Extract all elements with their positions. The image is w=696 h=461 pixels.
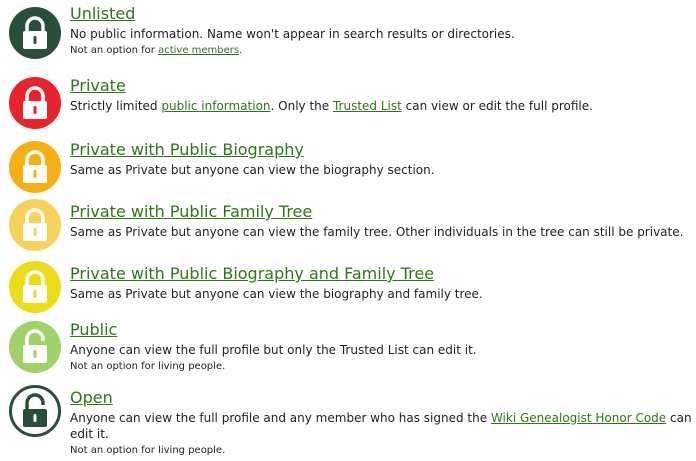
option-text: Private with Public Biography and Family…	[70, 264, 692, 302]
option-text: Open Anyone can view the full profile an…	[70, 388, 692, 458]
lock-closed-icon	[8, 198, 62, 252]
private-description: Strictly limited public information. Onl…	[70, 98, 692, 114]
active-members-link[interactable]: active members	[158, 45, 239, 56]
private-family-tree-description: Same as Private but anyone can view the …	[70, 225, 684, 239]
note-text-end: .	[239, 45, 243, 56]
lock-closed-icon	[8, 6, 62, 60]
desc-text-mid: . Only the	[270, 99, 333, 113]
option-text: Public Anyone can view the full profile …	[70, 320, 692, 374]
lock-closed-icon	[8, 76, 62, 130]
desc-text: Anyone can view the full profile and any…	[70, 411, 491, 425]
lock-closed-icon	[8, 260, 62, 314]
private-biography-link[interactable]: Private with Public Biography	[70, 140, 692, 160]
desc-text-end: can view or edit the full profile.	[401, 99, 593, 113]
private-biography-family-tree-description: Same as Private but anyone can view the …	[70, 287, 483, 301]
option-text: Private with Public Family Tree Same as …	[70, 202, 692, 240]
open-note: Not an option for living people.	[70, 445, 226, 456]
public-link[interactable]: Public	[70, 320, 692, 340]
lock-open-icon	[8, 320, 62, 374]
lock-open-icon	[8, 384, 62, 438]
unlisted-note: Not an option for active members.	[70, 44, 692, 58]
desc-text: Strictly limited	[70, 99, 162, 113]
private-link[interactable]: Private	[70, 76, 692, 96]
option-text: Unlisted No public information. Name won…	[70, 4, 692, 58]
open-description: Anyone can view the full profile and any…	[70, 410, 692, 442]
privacy-level-list: Unlisted No public information. Name won…	[0, 0, 696, 461]
unlisted-description: No public information. Name won't appear…	[70, 27, 515, 41]
public-description: Anyone can view the full profile but onl…	[70, 343, 477, 357]
private-family-tree-link[interactable]: Private with Public Family Tree	[70, 202, 692, 222]
public-information-link[interactable]: public information	[161, 99, 270, 113]
private-biography-family-tree-link[interactable]: Private with Public Biography and Family…	[70, 264, 692, 284]
private-biography-description: Same as Private but anyone can view the …	[70, 163, 435, 177]
note-text: Not an option for	[70, 45, 159, 56]
option-text: Private with Public Biography Same as Pr…	[70, 140, 692, 178]
option-text: Private Strictly limited public informat…	[70, 76, 692, 114]
public-note: Not an option for living people.	[70, 361, 226, 372]
unlisted-link[interactable]: Unlisted	[70, 4, 692, 24]
open-link[interactable]: Open	[70, 388, 692, 408]
honor-code-link[interactable]: Wiki Genealogist Honor Code	[491, 411, 666, 425]
trusted-list-link[interactable]: Trusted List	[333, 99, 402, 113]
lock-closed-icon	[8, 140, 62, 194]
